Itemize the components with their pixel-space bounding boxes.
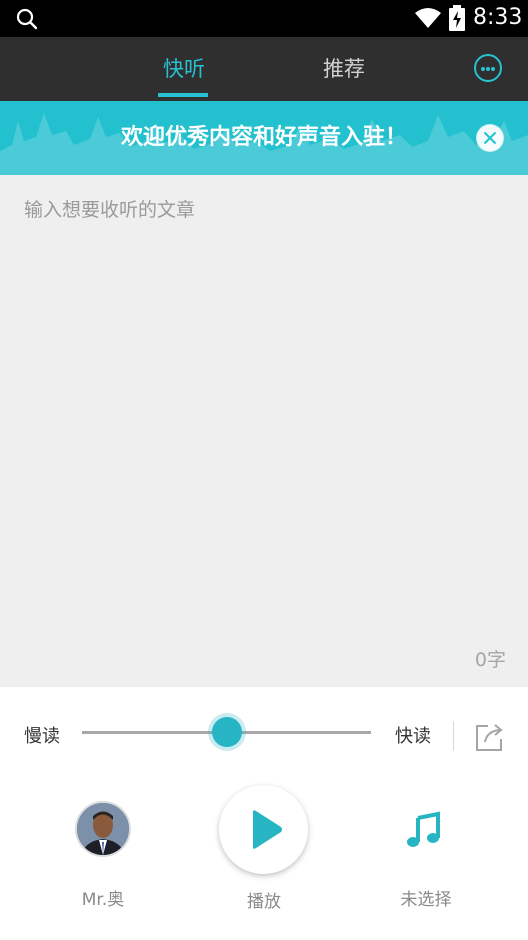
- more-dot: [481, 67, 485, 71]
- play-label: 播放: [247, 892, 281, 912]
- active-tab-indicator: [158, 93, 208, 97]
- tab-quick-listen[interactable]: 快听: [134, 51, 234, 87]
- battery-charging-icon: [449, 5, 465, 31]
- play-icon: [253, 810, 282, 849]
- fast-speed-label: 快读: [395, 726, 431, 747]
- status-bar: 8:33: [0, 0, 528, 37]
- welcome-banner[interactable]: 欢迎优秀内容和好声音入驻！: [0, 101, 528, 175]
- voice-label: Mr.奥: [81, 890, 125, 910]
- voice-avatar[interactable]: [75, 801, 131, 857]
- app-header: 快听 推荐: [0, 37, 528, 101]
- more-dot: [491, 67, 495, 71]
- more-dots-icon[interactable]: [474, 54, 502, 82]
- speed-slider-thumb[interactable]: [212, 717, 242, 747]
- more-dot: [486, 67, 490, 71]
- music-label: 未选择: [400, 890, 452, 910]
- play-button[interactable]: [219, 785, 308, 874]
- char-count: 0字: [474, 649, 506, 671]
- person-portrait-icon: [77, 803, 129, 855]
- share-icon[interactable]: [474, 722, 506, 752]
- wifi-icon: [415, 8, 441, 28]
- tab-recommend[interactable]: 推荐: [294, 51, 394, 87]
- article-input-placeholder: 输入想要收听的文章: [24, 199, 196, 221]
- divider: [453, 721, 454, 751]
- slow-speed-label: 慢读: [24, 726, 60, 747]
- music-note-icon[interactable]: [404, 810, 444, 850]
- search-icon[interactable]: [16, 8, 38, 30]
- banner-text: 欢迎优秀内容和好声音入驻！: [120, 125, 407, 150]
- status-time: 8:33: [473, 5, 523, 30]
- close-icon[interactable]: [476, 124, 504, 152]
- article-input[interactable]: 输入想要收听的文章 0字: [0, 175, 528, 687]
